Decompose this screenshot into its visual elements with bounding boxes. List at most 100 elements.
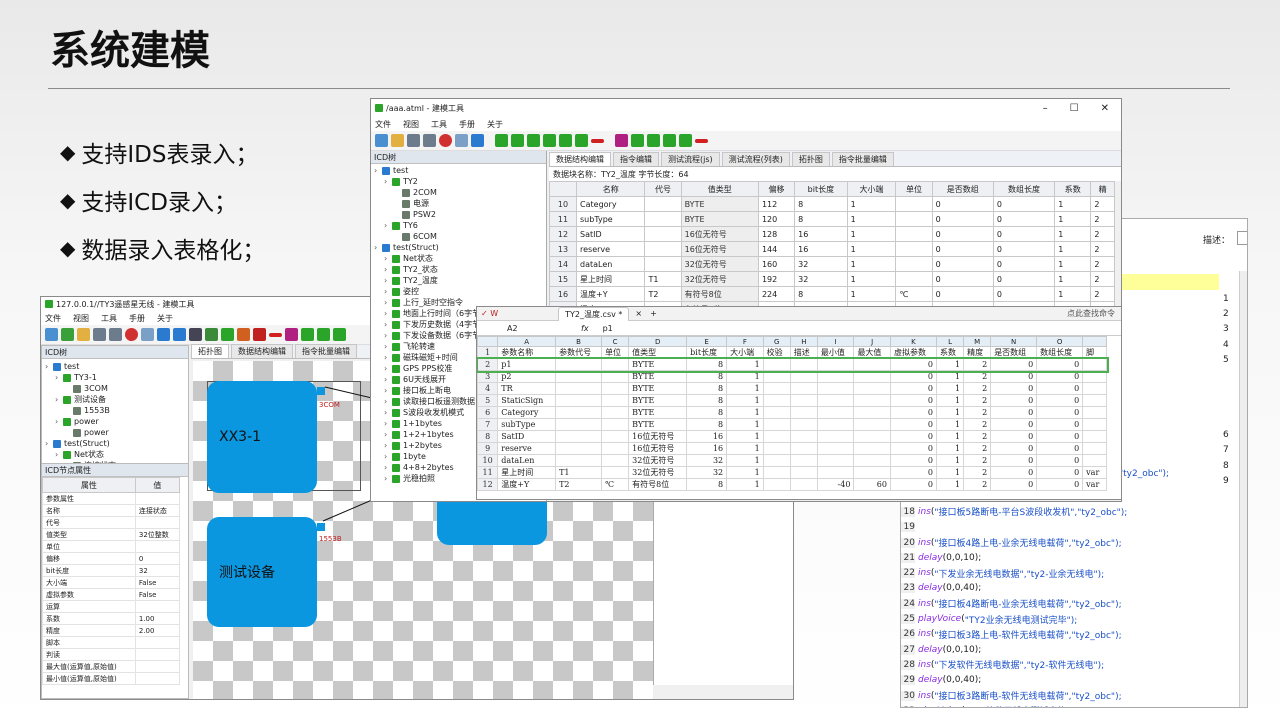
property-row[interactable]: 判读 — [42, 648, 181, 661]
header-cell[interactable]: 虚拟参数 — [889, 346, 937, 359]
sheet-cell[interactable] — [762, 430, 791, 443]
sheet-cell[interactable] — [789, 382, 818, 395]
sheet-cell[interactable] — [1082, 442, 1107, 455]
property-row[interactable]: 代号 — [42, 516, 181, 529]
property-value[interactable] — [134, 636, 181, 649]
table-cell[interactable]: T1 — [644, 271, 682, 287]
sheet-cell[interactable]: 8 — [686, 382, 728, 395]
sheet-row[interactable]: 3 p2 BYTE 8 1 0 1 2 0 0 — [477, 370, 1107, 383]
table-cell[interactable]: 224 — [757, 286, 796, 302]
export-icon[interactable] — [455, 134, 468, 147]
sheet-cell[interactable] — [762, 442, 791, 455]
expand-chevron-icon[interactable]: › — [384, 408, 392, 417]
tab-batch-commands[interactable]: 指令批量编辑 — [295, 344, 357, 358]
network-icon[interactable] — [173, 328, 186, 341]
header-cell[interactable]: 校验 — [762, 346, 791, 359]
table-cell[interactable]: 1 — [846, 211, 897, 227]
code-line[interactable]: 31playVoice("TY2软件无线电测试完毕"); — [901, 703, 1221, 707]
property-value[interactable]: False — [134, 576, 181, 589]
table-cell[interactable]: 2 — [1090, 226, 1115, 242]
sheet-cell[interactable]: 0 — [889, 382, 937, 395]
table-cell[interactable] — [644, 256, 682, 272]
header-cell[interactable]: 参数代号 — [555, 346, 603, 359]
column-header[interactable]: 大小端 — [846, 181, 897, 197]
sheet-cell[interactable] — [1082, 358, 1107, 371]
sheet-cell[interactable]: 16 — [686, 430, 728, 443]
value-type-dropdown[interactable]: 32位无符号 — [680, 271, 759, 287]
property-value[interactable] — [134, 492, 181, 505]
column-letter[interactable] — [1082, 336, 1107, 347]
sheet-cell[interactable]: 0 — [1036, 430, 1084, 443]
tree-item[interactable]: 3COM — [45, 383, 185, 394]
sheet-cell[interactable]: 0 — [889, 454, 937, 467]
property-value[interactable]: 1.00 — [134, 612, 181, 625]
table-cell[interactable]: 0 — [992, 256, 1056, 272]
column-letter[interactable]: C — [601, 336, 630, 347]
property-value[interactable] — [134, 660, 181, 673]
tree-item[interactable]: › Net状态 — [45, 449, 185, 460]
sheet-cell[interactable]: 1 — [935, 394, 965, 407]
sheet-cell[interactable]: subType — [497, 418, 557, 431]
tab-topology[interactable]: 拓扑图 — [191, 344, 229, 358]
sheet-cell[interactable]: 0 — [889, 418, 937, 431]
table-cell[interactable]: 0 — [931, 271, 994, 287]
table-cell[interactable]: 1 — [1054, 226, 1092, 242]
tab-command-edit[interactable]: 指令编辑 — [613, 152, 659, 166]
tree-item[interactable]: › 姿控 — [374, 286, 543, 297]
sheet-cell[interactable] — [789, 442, 818, 455]
sheet-cell[interactable] — [555, 406, 603, 419]
expand-chevron-icon[interactable]: › — [384, 276, 392, 285]
add-dir-icon[interactable] — [495, 134, 508, 147]
add-sibling-icon[interactable] — [527, 134, 540, 147]
column-letter[interactable]: O — [1036, 336, 1084, 347]
expand-chevron-icon[interactable]: › — [384, 441, 392, 450]
header-cell[interactable]: 最小值 — [816, 346, 855, 359]
expand-chevron-icon[interactable]: › — [55, 417, 63, 426]
sheet-cell[interactable]: 2 — [963, 382, 992, 395]
column-header[interactable]: 偏移 — [757, 181, 796, 197]
table-cell[interactable]: 1 — [846, 196, 897, 212]
sheet-cell[interactable]: T2 — [555, 478, 603, 491]
property-value[interactable]: 2.00 — [134, 624, 181, 637]
table-cell[interactable]: 112 — [757, 196, 796, 212]
header-cell[interactable]: 最大值 — [853, 346, 891, 359]
value-type-dropdown[interactable]: 有符号8位 — [680, 286, 759, 302]
sheet-cell[interactable] — [789, 466, 818, 479]
sheet-cell[interactable]: 0 — [1036, 478, 1084, 491]
table-cell[interactable]: T2 — [644, 286, 682, 302]
sheet-row[interactable]: 8 SatID 16位无符号 16 1 0 1 2 0 0 — [477, 430, 1107, 443]
spreadsheet-grid[interactable]: ABCDEFGHIJKLMNO 1 参数名称 参数代号 单位 值类型 bit长度 大小端 校验… — [477, 336, 1109, 491]
row-add-icon[interactable] — [663, 134, 676, 147]
sheet-cell[interactable]: 32位无符号 — [628, 466, 688, 479]
sheet-cell[interactable] — [789, 394, 818, 407]
sheet-row[interactable]: 12 温度+Y T2 ℃ 有符号8位 8 1 -40 60 0 1 2 0 0 var — [477, 478, 1107, 491]
expand-chevron-icon[interactable]: › — [384, 364, 392, 373]
column-header[interactable]: 系数 — [1054, 181, 1092, 197]
value-type-dropdown[interactable]: BYTE — [680, 211, 759, 227]
expand-chevron-icon[interactable]: › — [384, 452, 392, 461]
expand-chevron-icon[interactable]: › — [374, 243, 382, 252]
sheet-cell[interactable]: 8 — [686, 394, 728, 407]
row-remove-icon[interactable] — [695, 138, 708, 143]
code-line[interactable]: 29 delay (0,0,40); — [901, 673, 1221, 688]
sheet-cell[interactable]: dataLen — [497, 454, 557, 467]
device-icon[interactable] — [189, 328, 202, 341]
node-test-device[interactable]: 测试设备 — [207, 517, 317, 627]
save-as-icon[interactable] — [109, 328, 122, 341]
header-cell[interactable]: 参数名称 — [497, 346, 557, 359]
sheet-cell[interactable] — [762, 382, 791, 395]
sheet-cell[interactable]: 32 — [686, 454, 728, 467]
table-cell[interactable]: 2 — [1090, 286, 1115, 302]
sheet-cell[interactable]: Category — [497, 406, 557, 419]
expand-chevron-icon[interactable]: › — [384, 375, 392, 384]
table-cell[interactable] — [644, 241, 682, 257]
expand-chevron-icon[interactable]: › — [45, 362, 53, 371]
sheet-cell[interactable]: 0 — [1036, 358, 1084, 371]
tab-topology[interactable]: 拓扑图 — [791, 152, 830, 166]
table-cell[interactable]: 2 — [1090, 196, 1115, 212]
tree-item[interactable]: › TY3-1 — [45, 372, 185, 383]
tree-item[interactable]: › TY6 — [374, 220, 543, 231]
sheet-cell[interactable] — [555, 382, 603, 395]
property-row[interactable]: 精度 2.00 — [42, 624, 181, 637]
property-row[interactable]: bit长度 32 — [42, 564, 181, 577]
